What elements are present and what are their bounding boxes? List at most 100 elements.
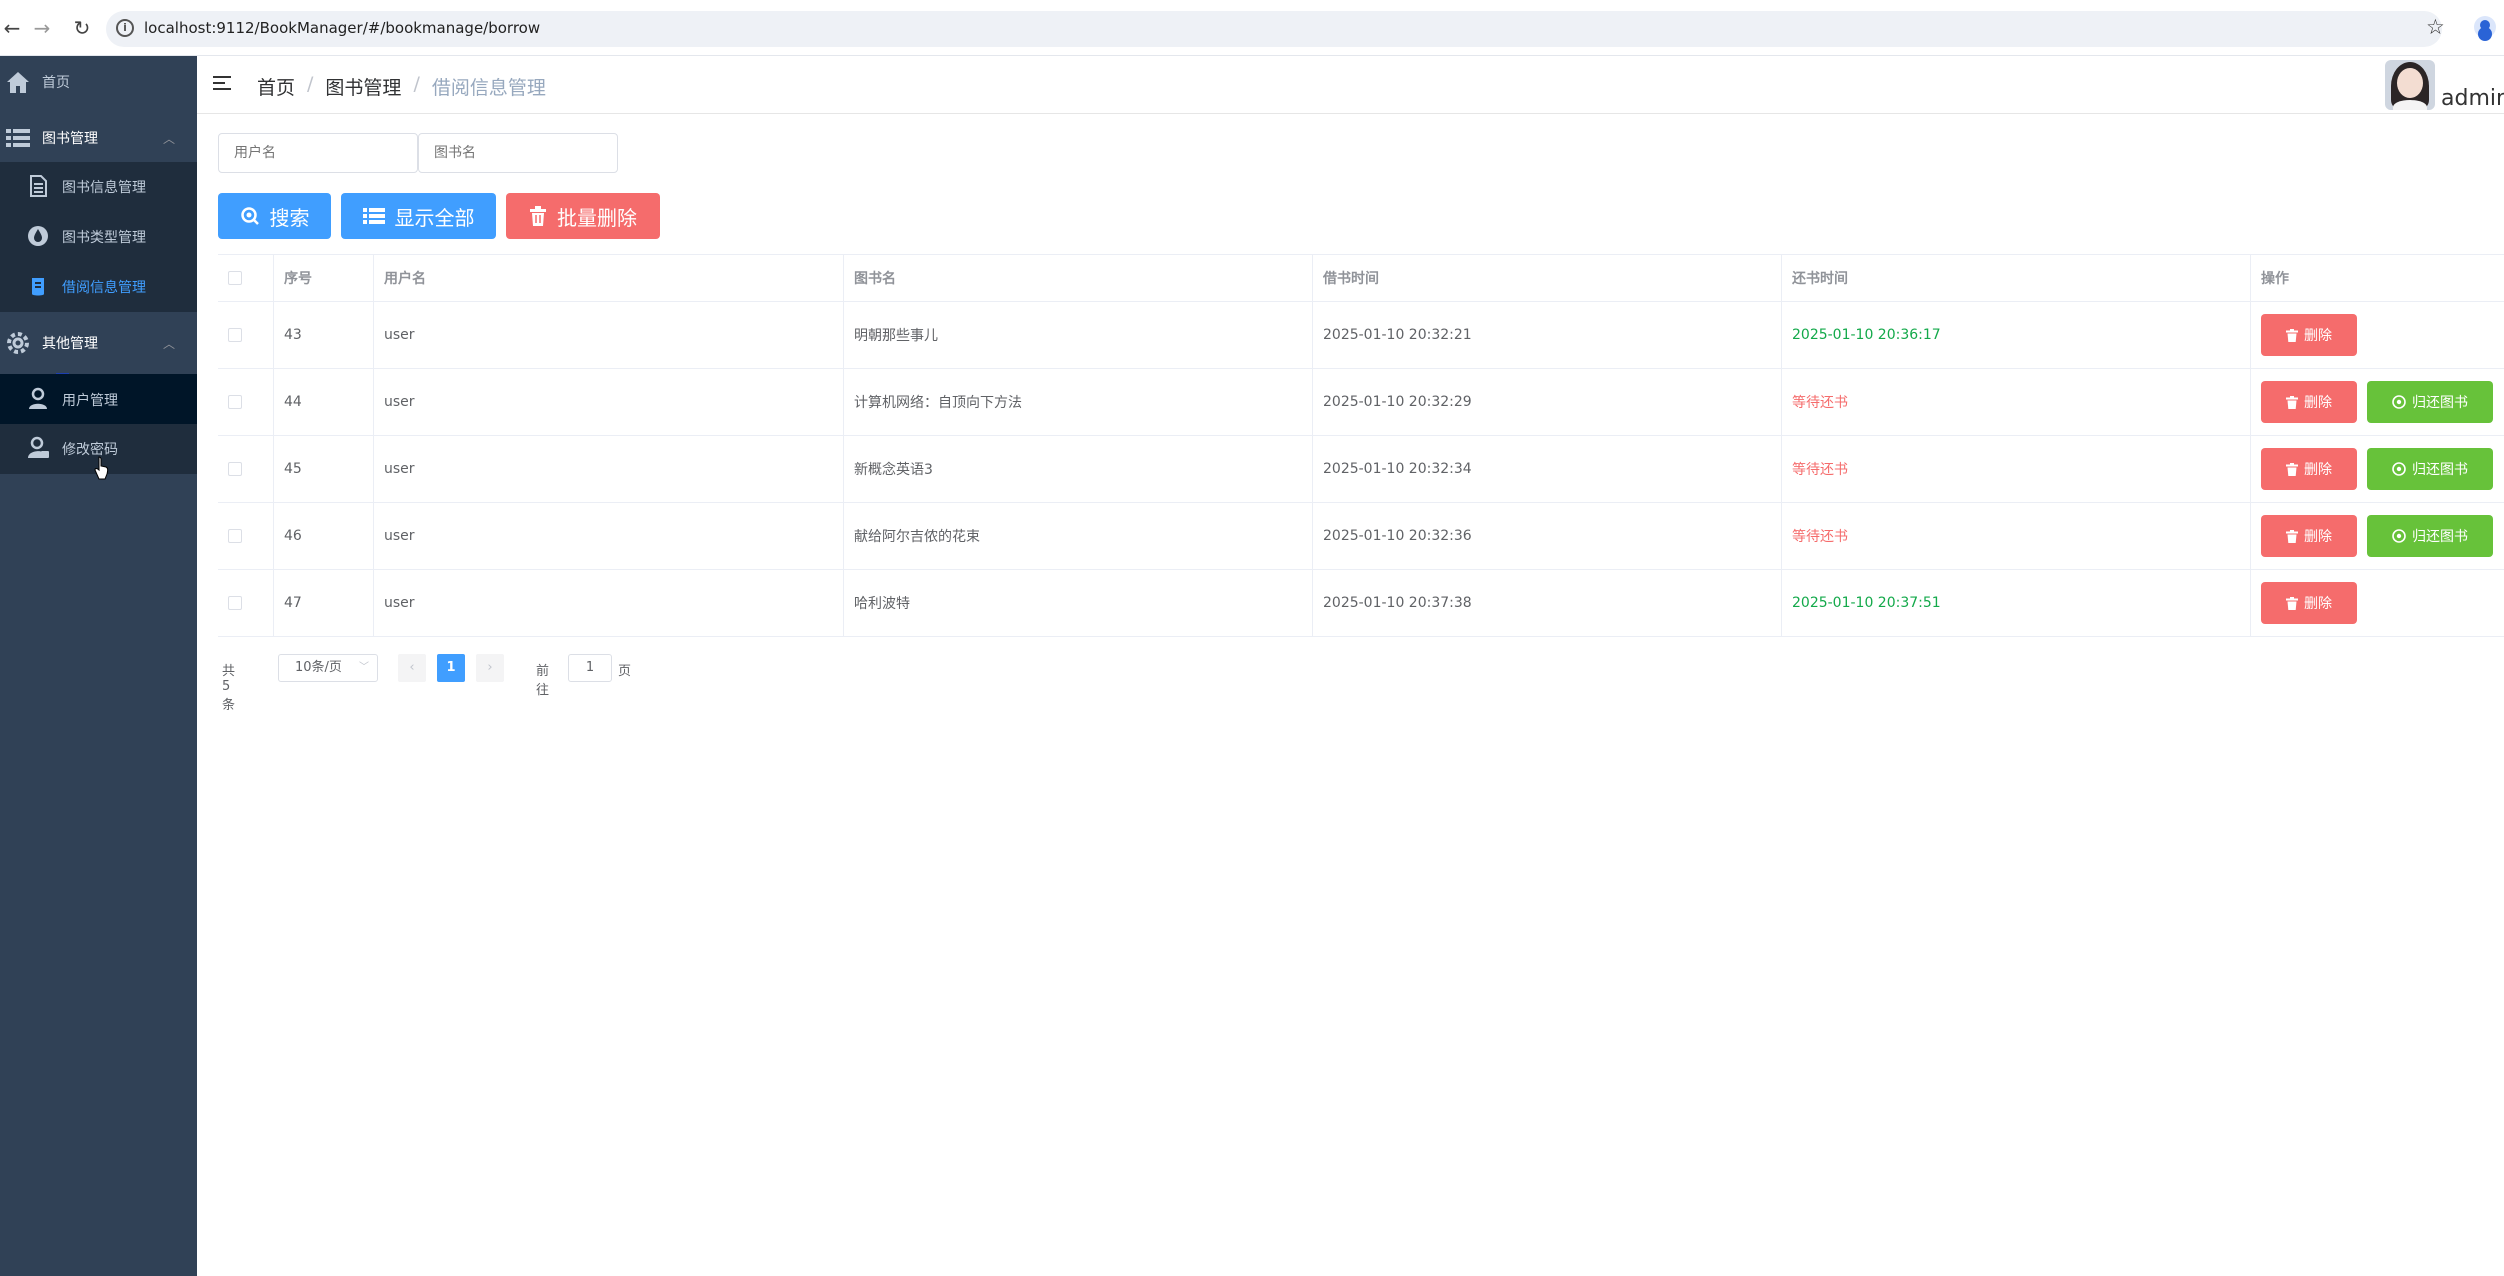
sidebar-item-label: 首页 bbox=[42, 75, 70, 91]
return-book-button-label: 归还图书 bbox=[2412, 462, 2468, 478]
row-checkbox-cell bbox=[218, 503, 274, 569]
search-button[interactable]: 搜索 bbox=[218, 193, 331, 239]
trash-icon bbox=[2286, 529, 2298, 543]
cell-id: 44 bbox=[274, 369, 374, 435]
cell-borrow-time: 2025-01-10 20:32:36 bbox=[1313, 503, 1782, 569]
row-checkbox[interactable] bbox=[228, 529, 242, 543]
return-book-button[interactable]: 归还图书 bbox=[2367, 448, 2493, 490]
address-bar[interactable]: i localhost:9112/BookManager/#/bookmanag… bbox=[106, 11, 2442, 47]
show-all-button-label: 显示全部 bbox=[394, 205, 475, 230]
chevron-up-icon: ︿ bbox=[162, 336, 175, 351]
page-size-select[interactable]: 10条/页 ﹀ bbox=[278, 654, 378, 682]
sidebar-item-borrow-info[interactable]: 借阅信息管理 bbox=[0, 262, 197, 312]
bookmark-star-icon[interactable]: ☆ bbox=[2426, 15, 2445, 39]
sidebar-item-home[interactable]: 首页 bbox=[0, 57, 197, 107]
select-all-checkbox[interactable] bbox=[228, 271, 242, 285]
table-header-row: 序号 用户名 图书名 借书时间 还书时间 操作 bbox=[218, 254, 2504, 302]
cell-return-time: 等待还书 bbox=[1782, 369, 2251, 435]
trash-icon bbox=[530, 206, 546, 226]
sidebar: 首页 图书管理 ︿ 图书信息管理 图书类型管理 借阅信息管理 其他管理 ︿ 用户… bbox=[0, 56, 197, 1276]
table-row: 46 user 献给阿尔吉侬的花束 2025-01-10 20:32:36 等待还书 删除… bbox=[218, 503, 2504, 570]
cell-username: user bbox=[374, 503, 844, 569]
cell-username: user bbox=[374, 369, 844, 435]
cell-bookname: 哈利波特 bbox=[844, 570, 1313, 636]
breadcrumb-book-management[interactable]: 图书管理 bbox=[325, 73, 401, 100]
goto-suffix: 页 bbox=[618, 664, 632, 679]
row-checkbox[interactable] bbox=[228, 462, 242, 476]
delete-button-label: 删除 bbox=[2304, 462, 2332, 478]
eye-icon bbox=[2392, 395, 2406, 409]
table-row: 45 user 新概念英语3 2025-01-10 20:32:34 等待还书 删除 归还图… bbox=[218, 436, 2504, 503]
table-row: 43 user 明朝那些事儿 2025-01-10 20:32:21 2025-01-1… bbox=[218, 302, 2504, 369]
sidebar-item-book-info[interactable]: 图书信息管理 bbox=[0, 162, 197, 212]
address-url[interactable]: localhost:9112/BookManager/#/bookmanage/… bbox=[144, 19, 540, 37]
avatar[interactable] bbox=[2385, 60, 2435, 110]
chevron-up-icon: ︿ bbox=[162, 131, 175, 146]
delete-button-label: 删除 bbox=[2304, 529, 2332, 545]
cell-username: user bbox=[374, 302, 844, 368]
column-header-username: 用户名 bbox=[374, 255, 844, 301]
cell-id: 43 bbox=[274, 302, 374, 368]
page-number-current[interactable]: 1 bbox=[437, 654, 465, 682]
prev-page-button[interactable]: ‹ bbox=[398, 654, 426, 682]
trash-icon bbox=[2286, 462, 2298, 476]
document-icon bbox=[30, 175, 47, 197]
bookname-search-input[interactable] bbox=[418, 133, 618, 173]
pagination-total: 共 5 条 bbox=[222, 664, 236, 713]
goto-page-input[interactable]: 1 bbox=[568, 654, 612, 682]
delete-button[interactable]: 删除 bbox=[2261, 448, 2357, 490]
select-all-checkbox-cell bbox=[218, 255, 274, 301]
profile-icon[interactable] bbox=[2474, 16, 2496, 38]
cell-borrow-time: 2025-01-10 20:32:29 bbox=[1313, 369, 1782, 435]
return-book-button[interactable]: 归还图书 bbox=[2367, 515, 2493, 557]
cell-return-time: 2025-01-10 20:36:17 bbox=[1782, 302, 2251, 368]
delete-button-label: 删除 bbox=[2304, 395, 2332, 411]
trash-icon bbox=[2286, 328, 2298, 342]
sidebar-item-other-management[interactable]: 其他管理 ︿ bbox=[0, 318, 197, 368]
sidebar-item-book-type[interactable]: 图书类型管理 bbox=[0, 212, 197, 262]
cell-username: user bbox=[374, 436, 844, 502]
delete-button[interactable]: 删除 bbox=[2261, 314, 2357, 356]
cell-borrow-time: 2025-01-10 20:32:34 bbox=[1313, 436, 1782, 502]
trash-icon bbox=[2286, 395, 2298, 409]
username-search-input[interactable] bbox=[218, 133, 418, 173]
column-header-bookname: 图书名 bbox=[844, 255, 1313, 301]
sidebar-item-user-management[interactable]: 用户管理 bbox=[0, 374, 197, 424]
table-row: 47 user 哈利波特 2025-01-10 20:37:38 2025-01-10 … bbox=[218, 570, 2504, 637]
delete-button[interactable]: 删除 bbox=[2261, 515, 2357, 557]
username-label[interactable]: admin bbox=[2441, 86, 2504, 111]
search-icon bbox=[240, 207, 259, 225]
row-checkbox[interactable] bbox=[228, 596, 242, 610]
site-info-icon[interactable]: i bbox=[116, 19, 134, 37]
cell-actions: 删除 归还图书 bbox=[2251, 436, 2504, 502]
column-header-return-time: 还书时间 bbox=[1782, 255, 2251, 301]
breadcrumb-home[interactable]: 首页 bbox=[257, 73, 295, 100]
column-header-id: 序号 bbox=[274, 255, 374, 301]
chevron-down-icon: ﹀ bbox=[359, 662, 369, 673]
next-page-button[interactable]: › bbox=[476, 654, 504, 682]
cell-id: 45 bbox=[274, 436, 374, 502]
forward-arrow-icon[interactable]: → bbox=[30, 16, 54, 40]
eye-icon bbox=[2392, 529, 2406, 543]
browser-toolbar: ← → ↻ i localhost:9112/BookManager/#/boo… bbox=[0, 0, 2504, 56]
delete-button[interactable]: 删除 bbox=[2261, 582, 2357, 624]
batch-delete-button[interactable]: 批量删除 bbox=[506, 193, 660, 239]
delete-button[interactable]: 删除 bbox=[2261, 381, 2357, 423]
back-arrow-icon[interactable]: ← bbox=[0, 16, 24, 40]
cell-bookname: 新概念英语3 bbox=[844, 436, 1313, 502]
column-header-borrow-time: 借书时间 bbox=[1313, 255, 1782, 301]
mouse-cursor-icon bbox=[94, 456, 109, 480]
sidebar-item-book-management[interactable]: 图书管理 ︿ bbox=[0, 113, 197, 163]
row-checkbox[interactable] bbox=[228, 328, 242, 342]
user-icon bbox=[29, 387, 47, 409]
hamburger-menu-icon[interactable] bbox=[213, 76, 231, 92]
row-checkbox-cell bbox=[218, 570, 274, 636]
submenu-book-management: 图书信息管理 图书类型管理 借阅信息管理 bbox=[0, 162, 197, 312]
return-book-button-label: 归还图书 bbox=[2412, 395, 2468, 411]
show-all-button[interactable]: 显示全部 bbox=[341, 193, 496, 239]
cell-return-time: 等待还书 bbox=[1782, 503, 2251, 569]
cell-bookname: 明朝那些事儿 bbox=[844, 302, 1313, 368]
return-book-button[interactable]: 归还图书 bbox=[2367, 381, 2493, 423]
reload-icon[interactable]: ↻ bbox=[70, 16, 94, 40]
row-checkbox[interactable] bbox=[228, 395, 242, 409]
